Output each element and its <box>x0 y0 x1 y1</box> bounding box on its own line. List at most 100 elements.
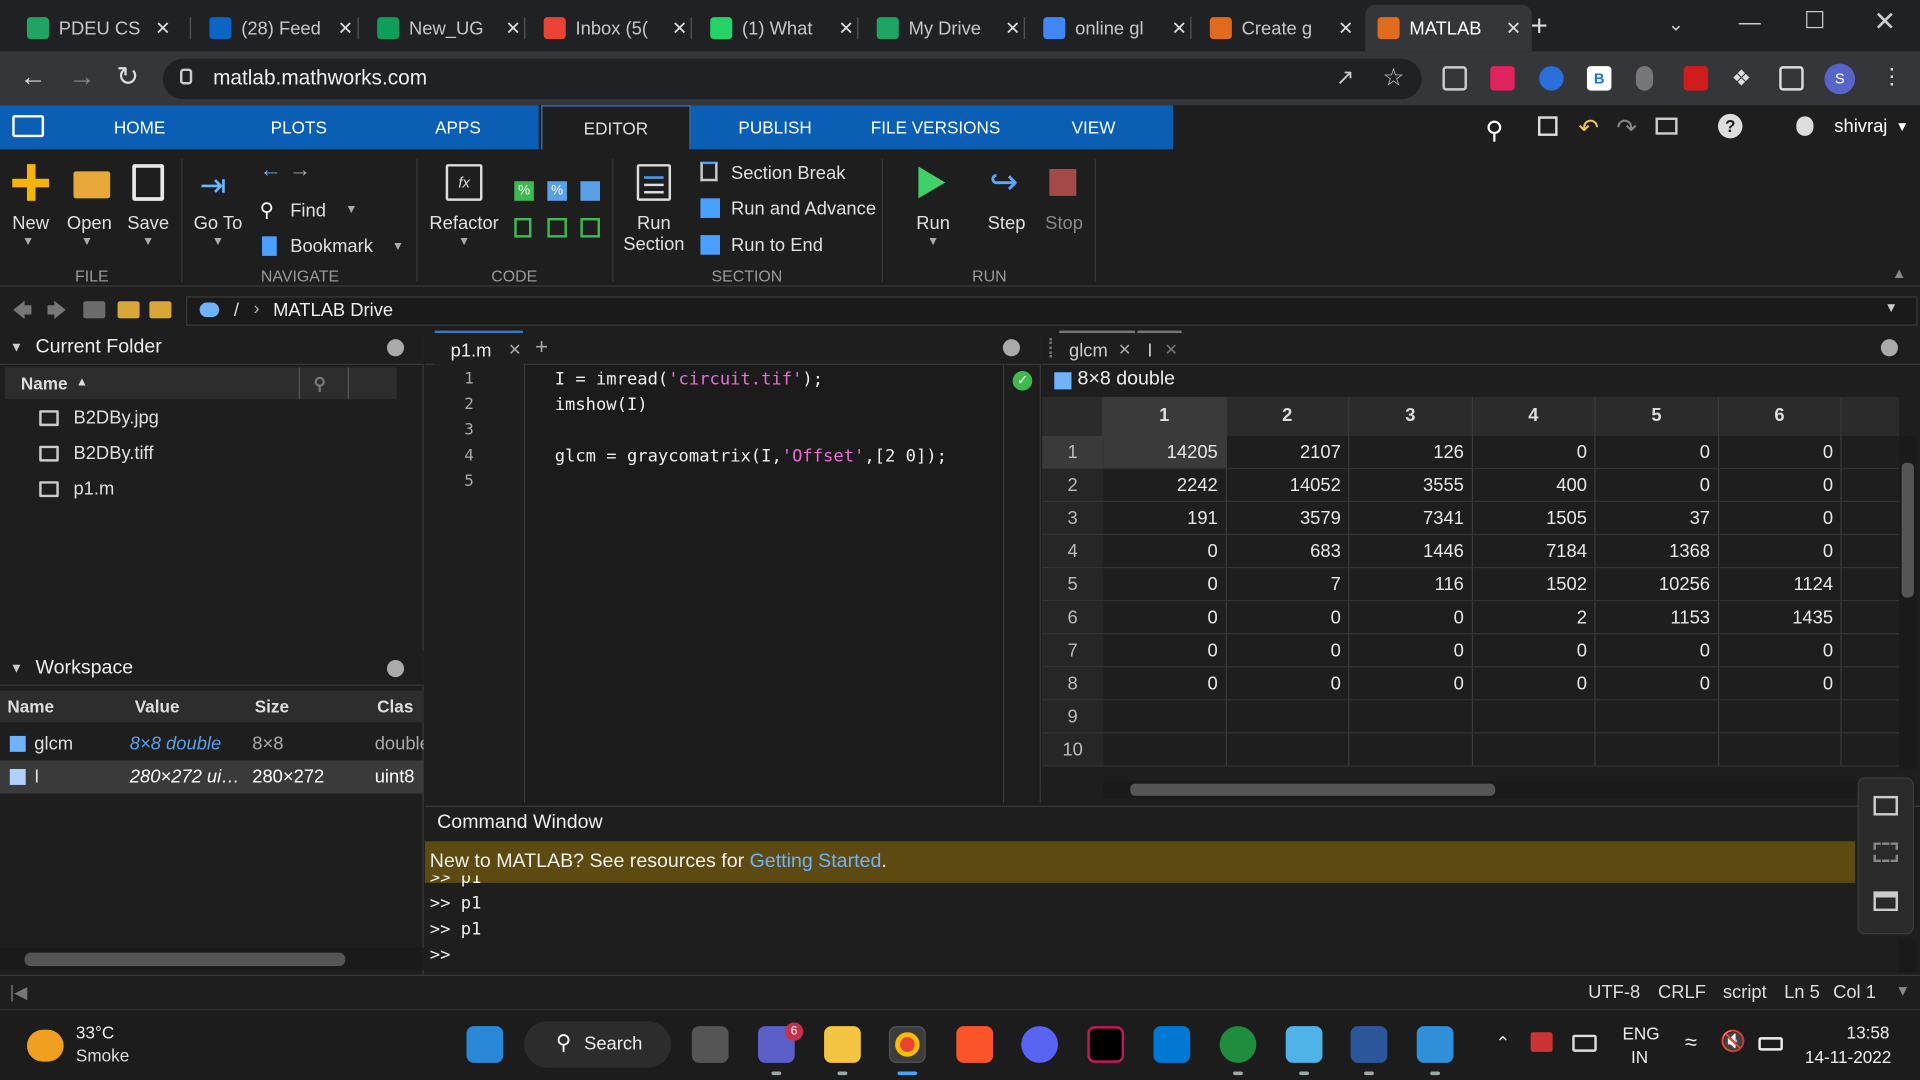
menu-icon[interactable]: ⋮ <box>1881 64 1903 90</box>
collapse-left-icon[interactable]: |◀ <box>10 982 28 1003</box>
grid-cell[interactable]: 0 <box>1718 535 1842 569</box>
command-line[interactable]: >> p1 <box>430 920 482 940</box>
smart-indent-icon[interactable] <box>514 217 532 238</box>
grid-cell[interactable] <box>1226 733 1350 767</box>
variable-hscroll[interactable] <box>1103 781 1900 799</box>
new-tab-button[interactable]: + <box>1531 10 1548 44</box>
column-header[interactable]: 2 <box>1226 396 1350 436</box>
weather-desc[interactable]: Smoke <box>76 1046 129 1066</box>
up-folder-icon[interactable] <box>83 301 106 319</box>
grid-cell[interactable]: 0 <box>1226 601 1350 635</box>
grid-cell[interactable]: 0 <box>1226 634 1350 668</box>
panel-options-icon[interactable] <box>1002 339 1021 357</box>
grid-cell[interactable]: 3555 <box>1349 468 1473 503</box>
battery-icon[interactable] <box>1758 1037 1783 1051</box>
code-line-4[interactable]: glcm = graycomatrix(I,'Offset',[2 0]); <box>555 447 947 467</box>
grid-cell-empty[interactable] <box>1841 502 1900 536</box>
grid-cell-empty[interactable] <box>1841 535 1900 569</box>
grid-cell[interactable] <box>1472 733 1596 767</box>
save-chevron-down-icon[interactable]: ▼ <box>142 235 154 248</box>
close-tab-icon[interactable]: ✕ <box>1164 340 1177 360</box>
workspace-hscroll[interactable] <box>0 947 424 970</box>
taskbar-search[interactable]: ⚲ Search <box>524 1021 672 1068</box>
folder-column-header[interactable]: Name ▲ ⚲ <box>4 367 397 400</box>
browser-tab-label[interactable]: MATLAB <box>1409 18 1505 39</box>
grid-cell[interactable]: 0 <box>1349 667 1473 701</box>
folder-file-name[interactable]: B2DBy.tiff <box>73 437 153 470</box>
row-header[interactable]: 10 <box>1042 733 1104 767</box>
lang-primary[interactable]: ENG <box>1622 1024 1659 1044</box>
variable-hscroll-thumb[interactable] <box>1130 783 1496 796</box>
redo-icon[interactable]: ↷ <box>1616 113 1637 144</box>
path-forward-icon[interactable]: 🡆 <box>47 298 67 331</box>
run-and-advance-button[interactable]: Run and Advance <box>731 198 876 219</box>
extension-red-icon[interactable] <box>1683 66 1709 91</box>
intellij-icon[interactable] <box>1087 1026 1125 1063</box>
panel-options-icon[interactable] <box>1880 339 1898 357</box>
help-icon[interactable]: ? <box>1717 113 1743 139</box>
close-tab-icon[interactable]: ✕ <box>1337 17 1354 39</box>
grid-cell[interactable]: 1124 <box>1718 568 1842 602</box>
grid-cell[interactable] <box>1595 733 1719 767</box>
column-header[interactable]: 4 <box>1472 396 1596 436</box>
grid-cell[interactable] <box>1472 700 1596 734</box>
grid-cell[interactable]: 7341 <box>1349 502 1473 536</box>
ws-col-size[interactable]: Size <box>255 691 289 723</box>
grid-cell[interactable] <box>1349 700 1473 734</box>
grid-cell[interactable]: 37 <box>1595 502 1719 536</box>
grid-cell[interactable]: 0 <box>1472 435 1596 469</box>
grid-cell-empty[interactable] <box>1841 436 1900 469</box>
weather-temp[interactable]: 33°C <box>76 1022 114 1042</box>
goto-button[interactable]: Go To <box>190 213 246 234</box>
variable-grid[interactable]: 1 2 3 4 5 6 1 14205 2107 126 0 0 0 2 2242 14052 3555 400 0… <box>1042 396 1900 792</box>
grid-cell[interactable]: 1502 <box>1472 568 1596 602</box>
workspace-var-row[interactable]: I 280×272 ui… 280×272 uint8 <box>0 760 424 794</box>
tab-apps[interactable]: APPS <box>409 105 507 149</box>
close-tab-icon[interactable]: ✕ <box>154 17 171 39</box>
browse-folder-icon[interactable] <box>117 301 140 319</box>
ws-var-name[interactable]: I <box>34 760 39 793</box>
grid-cell[interactable]: 0 <box>1103 535 1227 569</box>
grid-cell[interactable]: 0 <box>1226 667 1350 701</box>
grid-cell[interactable]: 0 <box>1103 667 1227 701</box>
stop-button[interactable]: Stop <box>1038 213 1089 234</box>
undo-icon[interactable]: ↶ <box>1578 113 1599 144</box>
discord-icon[interactable] <box>1021 1026 1058 1063</box>
close-tab-icon[interactable]: ✕ <box>504 17 521 39</box>
ws-var-value[interactable]: 280×272 ui… <box>130 760 240 793</box>
grid-cell[interactable]: 14205 <box>1103 435 1227 469</box>
tab-search-icon[interactable]: ⌄ <box>1668 12 1684 36</box>
keyboard-icon[interactable] <box>1572 1034 1597 1052</box>
clock-time[interactable]: 13:58 <box>1847 1022 1890 1042</box>
path-root[interactable]: / <box>234 300 239 321</box>
uncomment-icon[interactable]: % <box>547 181 567 201</box>
grid-cell[interactable] <box>1718 700 1842 734</box>
task-view-icon[interactable] <box>691 1026 729 1063</box>
section-break-button[interactable]: Section Break <box>731 163 845 184</box>
workspace-var-row[interactable]: glcm 8×8 double 8×8 double <box>0 727 424 760</box>
browser-tab[interactable]: My Drive ✕ <box>864 5 1031 52</box>
grid-cell[interactable]: 0 <box>1595 667 1719 701</box>
forward-arrow-icon[interactable]: → <box>289 157 311 183</box>
grid-cell-empty[interactable] <box>1841 733 1900 767</box>
grid-cell-empty[interactable] <box>1841 634 1900 668</box>
new-button[interactable]: New <box>5 213 56 234</box>
grid-cell[interactable]: 0 <box>1472 634 1596 668</box>
row-header[interactable]: 5 <box>1042 568 1104 602</box>
row-header[interactable]: 1 <box>1042 435 1104 469</box>
word-icon[interactable] <box>1350 1026 1388 1063</box>
grid-cell[interactable]: 0 <box>1595 435 1719 469</box>
browser-tab-label[interactable]: PDEU CS <box>59 18 155 39</box>
variable-vscroll[interactable] <box>1899 435 1917 769</box>
window-icon[interactable] <box>1873 891 1898 912</box>
profile-avatar[interactable]: S <box>1824 63 1856 95</box>
collapse-toolstrip-icon[interactable]: ▲ <box>1892 264 1907 281</box>
browser-tab[interactable]: Create g ✕ <box>1198 5 1365 52</box>
browser-tab-label[interactable]: Create g <box>1242 18 1338 39</box>
grid-cell[interactable] <box>1226 700 1350 734</box>
workspace-column-header[interactable]: Name Value Size Clas <box>0 690 424 723</box>
check-ok-icon[interactable]: ✓ <box>1012 371 1033 391</box>
grid-cell-empty[interactable] <box>1841 667 1900 701</box>
tab-home[interactable]: HOME <box>91 105 189 149</box>
search-folder-icon[interactable] <box>149 301 172 319</box>
